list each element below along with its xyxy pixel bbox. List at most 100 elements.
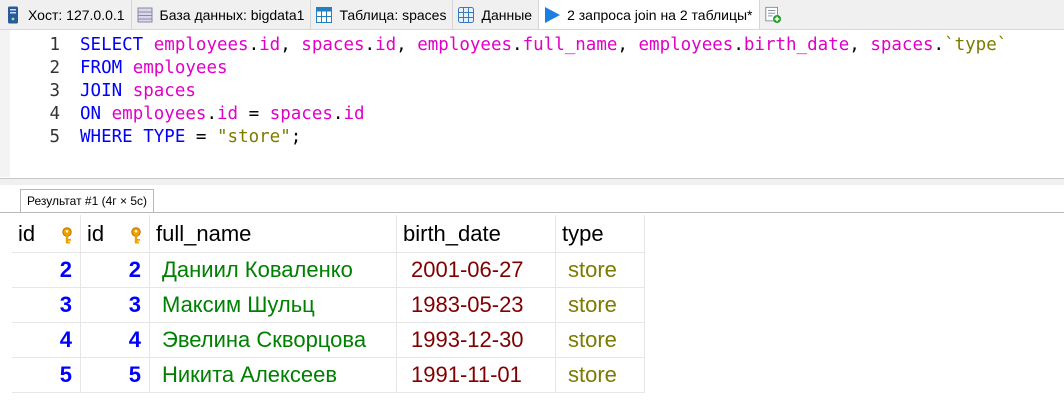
cell-type[interactable]: store — [555, 252, 645, 288]
tab-host[interactable]: Хост: 127.0.0.1 — [0, 0, 132, 29]
column-header-id[interactable]: id — [80, 215, 150, 253]
cell-full-name[interactable]: Никита Алексеев — [149, 357, 397, 393]
cell-birth-date[interactable]: 1991-11-01 — [396, 357, 556, 393]
cell-employee-id[interactable]: 3 — [12, 287, 81, 323]
tab-label: Данные — [481, 6, 533, 23]
sql-token: . — [206, 103, 217, 124]
sql-token: . — [933, 34, 945, 55]
tab-label: Таблица: spaces — [339, 6, 447, 23]
line-number: 5 — [49, 126, 60, 147]
cell-space-id[interactable]: 2 — [80, 252, 150, 288]
cell-birth-date[interactable]: 2001-06-27 — [396, 252, 556, 288]
sql-editor[interactable]: 1 SELECT employees.id, spaces.id, employ… — [0, 30, 1064, 177]
code-line-2: 2 FROM employees — [10, 56, 228, 79]
sql-token: employees — [417, 34, 513, 55]
column-label: full_name — [156, 220, 252, 246]
cell-type[interactable]: store — [555, 357, 645, 393]
sql-token: SELECT — [80, 34, 144, 55]
column-label: type — [562, 220, 604, 246]
cell-space-id[interactable]: 3 — [80, 287, 150, 323]
cell-employee-id[interactable]: 2 — [12, 252, 81, 288]
results-panel: Результат #1 (4г × 5с) id id full_name b… — [0, 185, 1064, 405]
sql-token: ON — [80, 103, 102, 124]
code-text: ON employees.id = spaces.id — [80, 104, 365, 124]
code-line-3: 3 JOIN spaces — [10, 79, 196, 102]
line-number: 1 — [49, 34, 60, 55]
result-tab-label: Результат #1 (4г × 5с) — [27, 194, 147, 208]
cell-type[interactable]: store — [555, 322, 645, 358]
tab-label: 2 запроса join на 2 таблицы* — [567, 6, 753, 23]
grid-header-row: id id full_name birth_date type — [12, 215, 645, 253]
sql-token: employees — [638, 34, 734, 55]
cell-employee-id[interactable]: 5 — [12, 357, 81, 393]
cell-birth-date[interactable]: 1993-12-30 — [396, 322, 556, 358]
column-header-full-name[interactable]: full_name — [149, 215, 397, 253]
sql-token: "store" — [217, 126, 291, 147]
table-row[interactable]: 4 4 Эвелина Скворцова 1993-12-30 store — [12, 322, 645, 358]
table-row[interactable]: 2 2 Даниил Коваленко 2001-06-27 store — [12, 252, 645, 288]
tab-label: Хост: 127.0.0.1 — [28, 6, 125, 23]
table-row[interactable]: 3 3 Максим Шульц 1983-05-23 store — [12, 287, 645, 323]
play-icon — [543, 6, 561, 24]
column-label: id — [18, 220, 36, 246]
grid-icon — [457, 6, 475, 24]
result-tab[interactable]: Результат #1 (4г × 5с) — [20, 189, 154, 212]
sql-token: spaces — [132, 80, 196, 101]
sql-token: FROM — [80, 57, 123, 78]
cell-employee-id[interactable]: 4 — [12, 322, 81, 358]
sql-token: JOIN — [80, 80, 123, 101]
column-header-type[interactable]: type — [555, 215, 645, 253]
sql-token: full_name — [522, 34, 618, 55]
new-query-tab-button[interactable] — [760, 0, 792, 29]
sql-token: . — [512, 34, 523, 55]
tab-label: База данных: bigdata1 — [159, 6, 305, 23]
tab-database[interactable]: База данных: bigdata1 — [132, 0, 312, 29]
sql-token: employees — [111, 103, 207, 124]
line-number: 4 — [49, 103, 60, 124]
table-row[interactable]: 5 5 Никита Алексеев 1991-11-01 store — [12, 357, 645, 393]
tab-data[interactable]: Данные — [453, 0, 540, 29]
tab-table[interactable]: Таблица: spaces — [311, 0, 454, 29]
cell-space-id[interactable]: 4 — [80, 322, 150, 358]
sql-token: birth_date — [743, 34, 850, 55]
new-query-icon — [764, 6, 782, 24]
result-tab-divider — [0, 212, 1064, 213]
code-text: WHERE TYPE = "store"; — [80, 127, 301, 147]
cell-full-name[interactable]: Максим Шульц — [149, 287, 397, 323]
line-number: 2 — [49, 57, 60, 78]
sql-token: id — [217, 103, 239, 124]
sql-token: . — [332, 103, 344, 124]
column-header-id[interactable]: id — [12, 215, 81, 253]
code-line-5: 5 WHERE TYPE = "store"; — [10, 125, 301, 148]
result-grid[interactable]: id id full_name birth_date type 2 2 Дани… — [12, 215, 645, 393]
cell-space-id[interactable]: 5 — [80, 357, 150, 393]
server-icon — [4, 6, 22, 24]
column-header-birth-date[interactable]: birth_date — [396, 215, 556, 253]
sql-token: employees — [132, 57, 228, 78]
primary-key-icon — [60, 225, 74, 243]
primary-key-icon — [129, 225, 143, 243]
cell-type[interactable]: store — [555, 287, 645, 323]
sql-token: , — [617, 34, 639, 55]
cell-birth-date[interactable]: 1983-05-23 — [396, 287, 556, 323]
tab-query[interactable]: 2 запроса join на 2 таблицы* — [539, 0, 760, 29]
cell-full-name[interactable]: Эвелина Скворцова — [149, 322, 397, 358]
sql-token: spaces — [301, 34, 365, 55]
code-text: SELECT employees.id, spaces.id, employee… — [80, 35, 1007, 55]
sql-token: . — [733, 34, 744, 55]
sql-token: ; — [290, 126, 302, 147]
sql-token: id — [375, 34, 397, 55]
query-tab-bar: Хост: 127.0.0.1 База данных: bigdata1 Та… — [0, 0, 1064, 30]
sql-token: spaces — [269, 103, 333, 124]
sql-token: . — [364, 34, 376, 55]
sql-token: WHERE — [80, 126, 133, 147]
sql-token: . — [248, 34, 260, 55]
cell-full-name[interactable]: Даниил Коваленко — [149, 252, 397, 288]
sql-token: TYPE — [143, 126, 186, 147]
sql-token: , — [396, 34, 418, 55]
sql-token: = — [238, 103, 270, 124]
